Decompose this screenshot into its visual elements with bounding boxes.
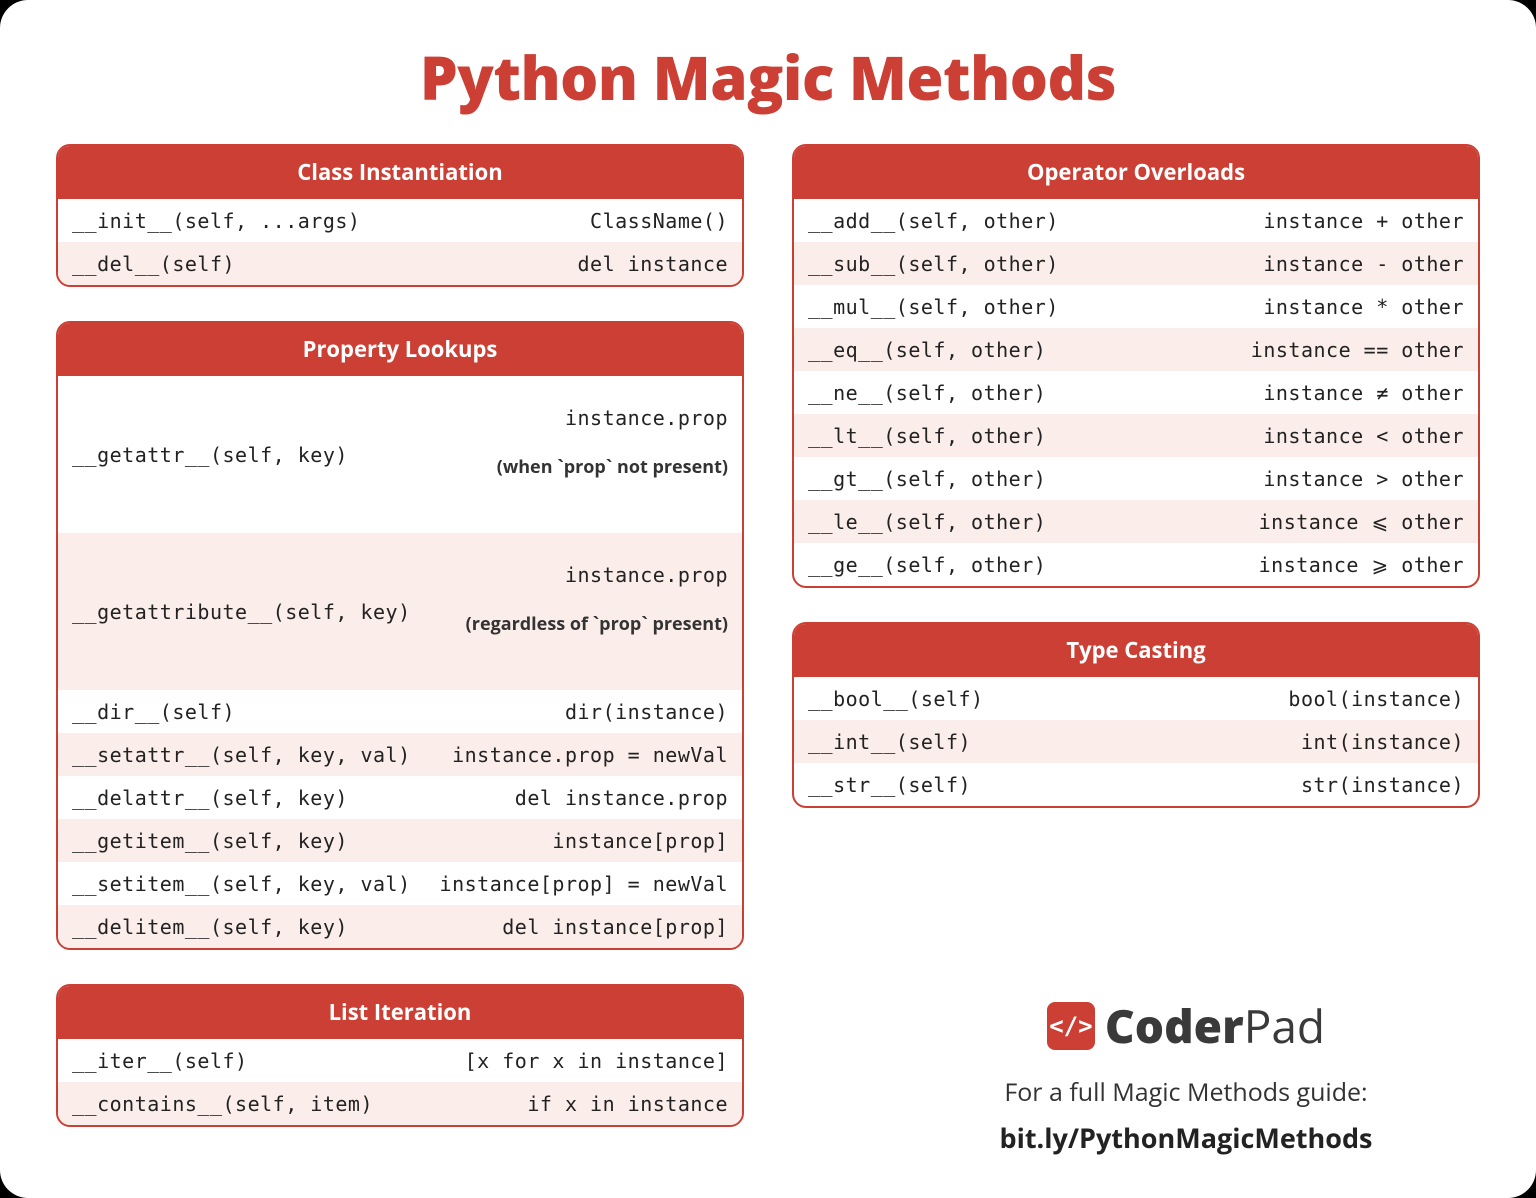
method-usage: instance ≠ other — [1263, 381, 1464, 405]
method-name: __dir__(self) — [72, 700, 235, 724]
method-usage: instance - other — [1263, 252, 1464, 276]
method-usage: int(instance) — [1301, 730, 1464, 754]
method-name: __sub__(self, other) — [808, 252, 1059, 276]
method-name: __gt__(self, other) — [808, 467, 1046, 491]
table-row: __getattr__(self, key) instance.prop (wh… — [58, 376, 742, 533]
table-row: __lt__(self, other) instance < other — [794, 414, 1478, 457]
code-icon: </> — [1047, 1002, 1095, 1050]
table-row: __delattr__(self, key) del instance.prop — [58, 776, 742, 819]
method-name: __del__(self) — [72, 252, 235, 276]
method-name: __init__(self, ...args) — [72, 209, 360, 233]
columns: Class Instantiation __init__(self, ...ar… — [56, 144, 1480, 1127]
table-row: __sub__(self, other) instance - other — [794, 242, 1478, 285]
table-row: __contains__(self, item) if x in instanc… — [58, 1082, 742, 1125]
table-row: __iter__(self) [x for x in instance] — [58, 1039, 742, 1082]
card-header: Class Instantiation — [58, 146, 742, 199]
method-name: __delattr__(self, key) — [72, 786, 348, 810]
footer-tagline: For a full Magic Methods guide: — [906, 1075, 1466, 1109]
table-row: __del__(self) del instance — [58, 242, 742, 285]
method-name: __lt__(self, other) — [808, 424, 1046, 448]
method-name: __mul__(self, other) — [808, 295, 1059, 319]
card-property-lookups: Property Lookups __getattr__(self, key) … — [56, 321, 744, 950]
brand-name: CoderPad — [1105, 995, 1325, 1057]
left-column: Class Instantiation __init__(self, ...ar… — [56, 144, 744, 1127]
method-note: (regardless of `prop` present) — [414, 612, 728, 636]
method-usage: del instance — [578, 252, 729, 276]
method-usage: instance ⩽ other — [1259, 510, 1464, 534]
method-usage: instance.prop (when `prop` not present) — [414, 382, 728, 527]
footer: </> CoderPad For a full Magic Methods gu… — [906, 995, 1466, 1156]
brand-logo: </> CoderPad — [1047, 995, 1325, 1057]
method-usage: instance == other — [1251, 338, 1464, 362]
method-usage: bool(instance) — [1288, 687, 1464, 711]
table-row: __ge__(self, other) instance ⩾ other — [794, 543, 1478, 586]
footer-link[interactable]: bit.ly/PythonMagicMethods — [906, 1119, 1466, 1156]
method-name: __str__(self) — [808, 773, 971, 797]
method-note: (when `prop` not present) — [414, 455, 728, 479]
method-usage: instance ⩾ other — [1259, 553, 1464, 577]
method-usage: instance + other — [1263, 209, 1464, 233]
table-row: __eq__(self, other) instance == other — [794, 328, 1478, 371]
method-usage: instance * other — [1263, 295, 1464, 319]
method-name: __setattr__(self, key, val) — [72, 743, 411, 767]
method-usage: [x for x in instance] — [465, 1049, 728, 1073]
method-name: __getattr__(self, key) — [72, 443, 348, 467]
method-name: __eq__(self, other) — [808, 338, 1046, 362]
card-header: Property Lookups — [58, 323, 742, 376]
card-header: List Iteration — [58, 986, 742, 1039]
method-name: __contains__(self, item) — [72, 1092, 373, 1116]
table-row: __delitem__(self, key) del instance[prop… — [58, 905, 742, 948]
card-header: Operator Overloads — [794, 146, 1478, 199]
method-name: __getattribute__(self, key) — [72, 600, 411, 624]
method-usage: ClassName() — [590, 209, 728, 233]
table-row: __mul__(self, other) instance * other — [794, 285, 1478, 328]
table-row: __bool__(self) bool(instance) — [794, 677, 1478, 720]
table-row: __getitem__(self, key) instance[prop] — [58, 819, 742, 862]
table-row: __le__(self, other) instance ⩽ other — [794, 500, 1478, 543]
card-class-instantiation: Class Instantiation __init__(self, ...ar… — [56, 144, 744, 287]
table-row: __str__(self) str(instance) — [794, 763, 1478, 806]
method-usage: instance[prop] = newVal — [440, 872, 728, 896]
table-row: __setitem__(self, key, val) instance[pro… — [58, 862, 742, 905]
method-name: __le__(self, other) — [808, 510, 1046, 534]
method-usage: instance > other — [1263, 467, 1464, 491]
method-usage: instance < other — [1263, 424, 1464, 448]
table-row: __dir__(self) dir(instance) — [58, 690, 742, 733]
card-header: Type Casting — [794, 624, 1478, 677]
card-list-iteration: List Iteration __iter__(self) [x for x i… — [56, 984, 744, 1127]
method-name: __delitem__(self, key) — [72, 915, 348, 939]
card-type-casting: Type Casting __bool__(self) bool(instanc… — [792, 622, 1480, 808]
table-row: __init__(self, ...args) ClassName() — [58, 199, 742, 242]
right-column: Operator Overloads __add__(self, other) … — [792, 144, 1480, 1127]
card-operator-overloads: Operator Overloads __add__(self, other) … — [792, 144, 1480, 588]
method-usage: if x in instance — [527, 1092, 728, 1116]
method-usage: instance[prop] — [552, 829, 728, 853]
table-row: __ne__(self, other) instance ≠ other — [794, 371, 1478, 414]
method-usage: del instance.prop — [515, 786, 728, 810]
method-name: __getitem__(self, key) — [72, 829, 348, 853]
method-name: __setitem__(self, key, val) — [72, 872, 411, 896]
method-name: __add__(self, other) — [808, 209, 1059, 233]
method-name: __ne__(self, other) — [808, 381, 1046, 405]
method-name: __int__(self) — [808, 730, 971, 754]
method-name: __ge__(self, other) — [808, 553, 1046, 577]
table-row: __add__(self, other) instance + other — [794, 199, 1478, 242]
method-usage: del instance[prop] — [502, 915, 728, 939]
table-row: __setattr__(self, key, val) instance.pro… — [58, 733, 742, 776]
method-name: __iter__(self) — [72, 1049, 248, 1073]
method-usage: instance.prop = newVal — [452, 743, 728, 767]
page-title: Python Magic Methods — [56, 36, 1480, 118]
method-usage: instance.prop (regardless of `prop` pres… — [414, 539, 728, 684]
method-name: __bool__(self) — [808, 687, 984, 711]
table-row: __int__(self) int(instance) — [794, 720, 1478, 763]
method-usage: str(instance) — [1301, 773, 1464, 797]
cheatsheet-page: Python Magic Methods Class Instantiation… — [0, 0, 1536, 1198]
table-row: __getattribute__(self, key) instance.pro… — [58, 533, 742, 690]
table-row: __gt__(self, other) instance > other — [794, 457, 1478, 500]
method-usage: dir(instance) — [565, 700, 728, 724]
